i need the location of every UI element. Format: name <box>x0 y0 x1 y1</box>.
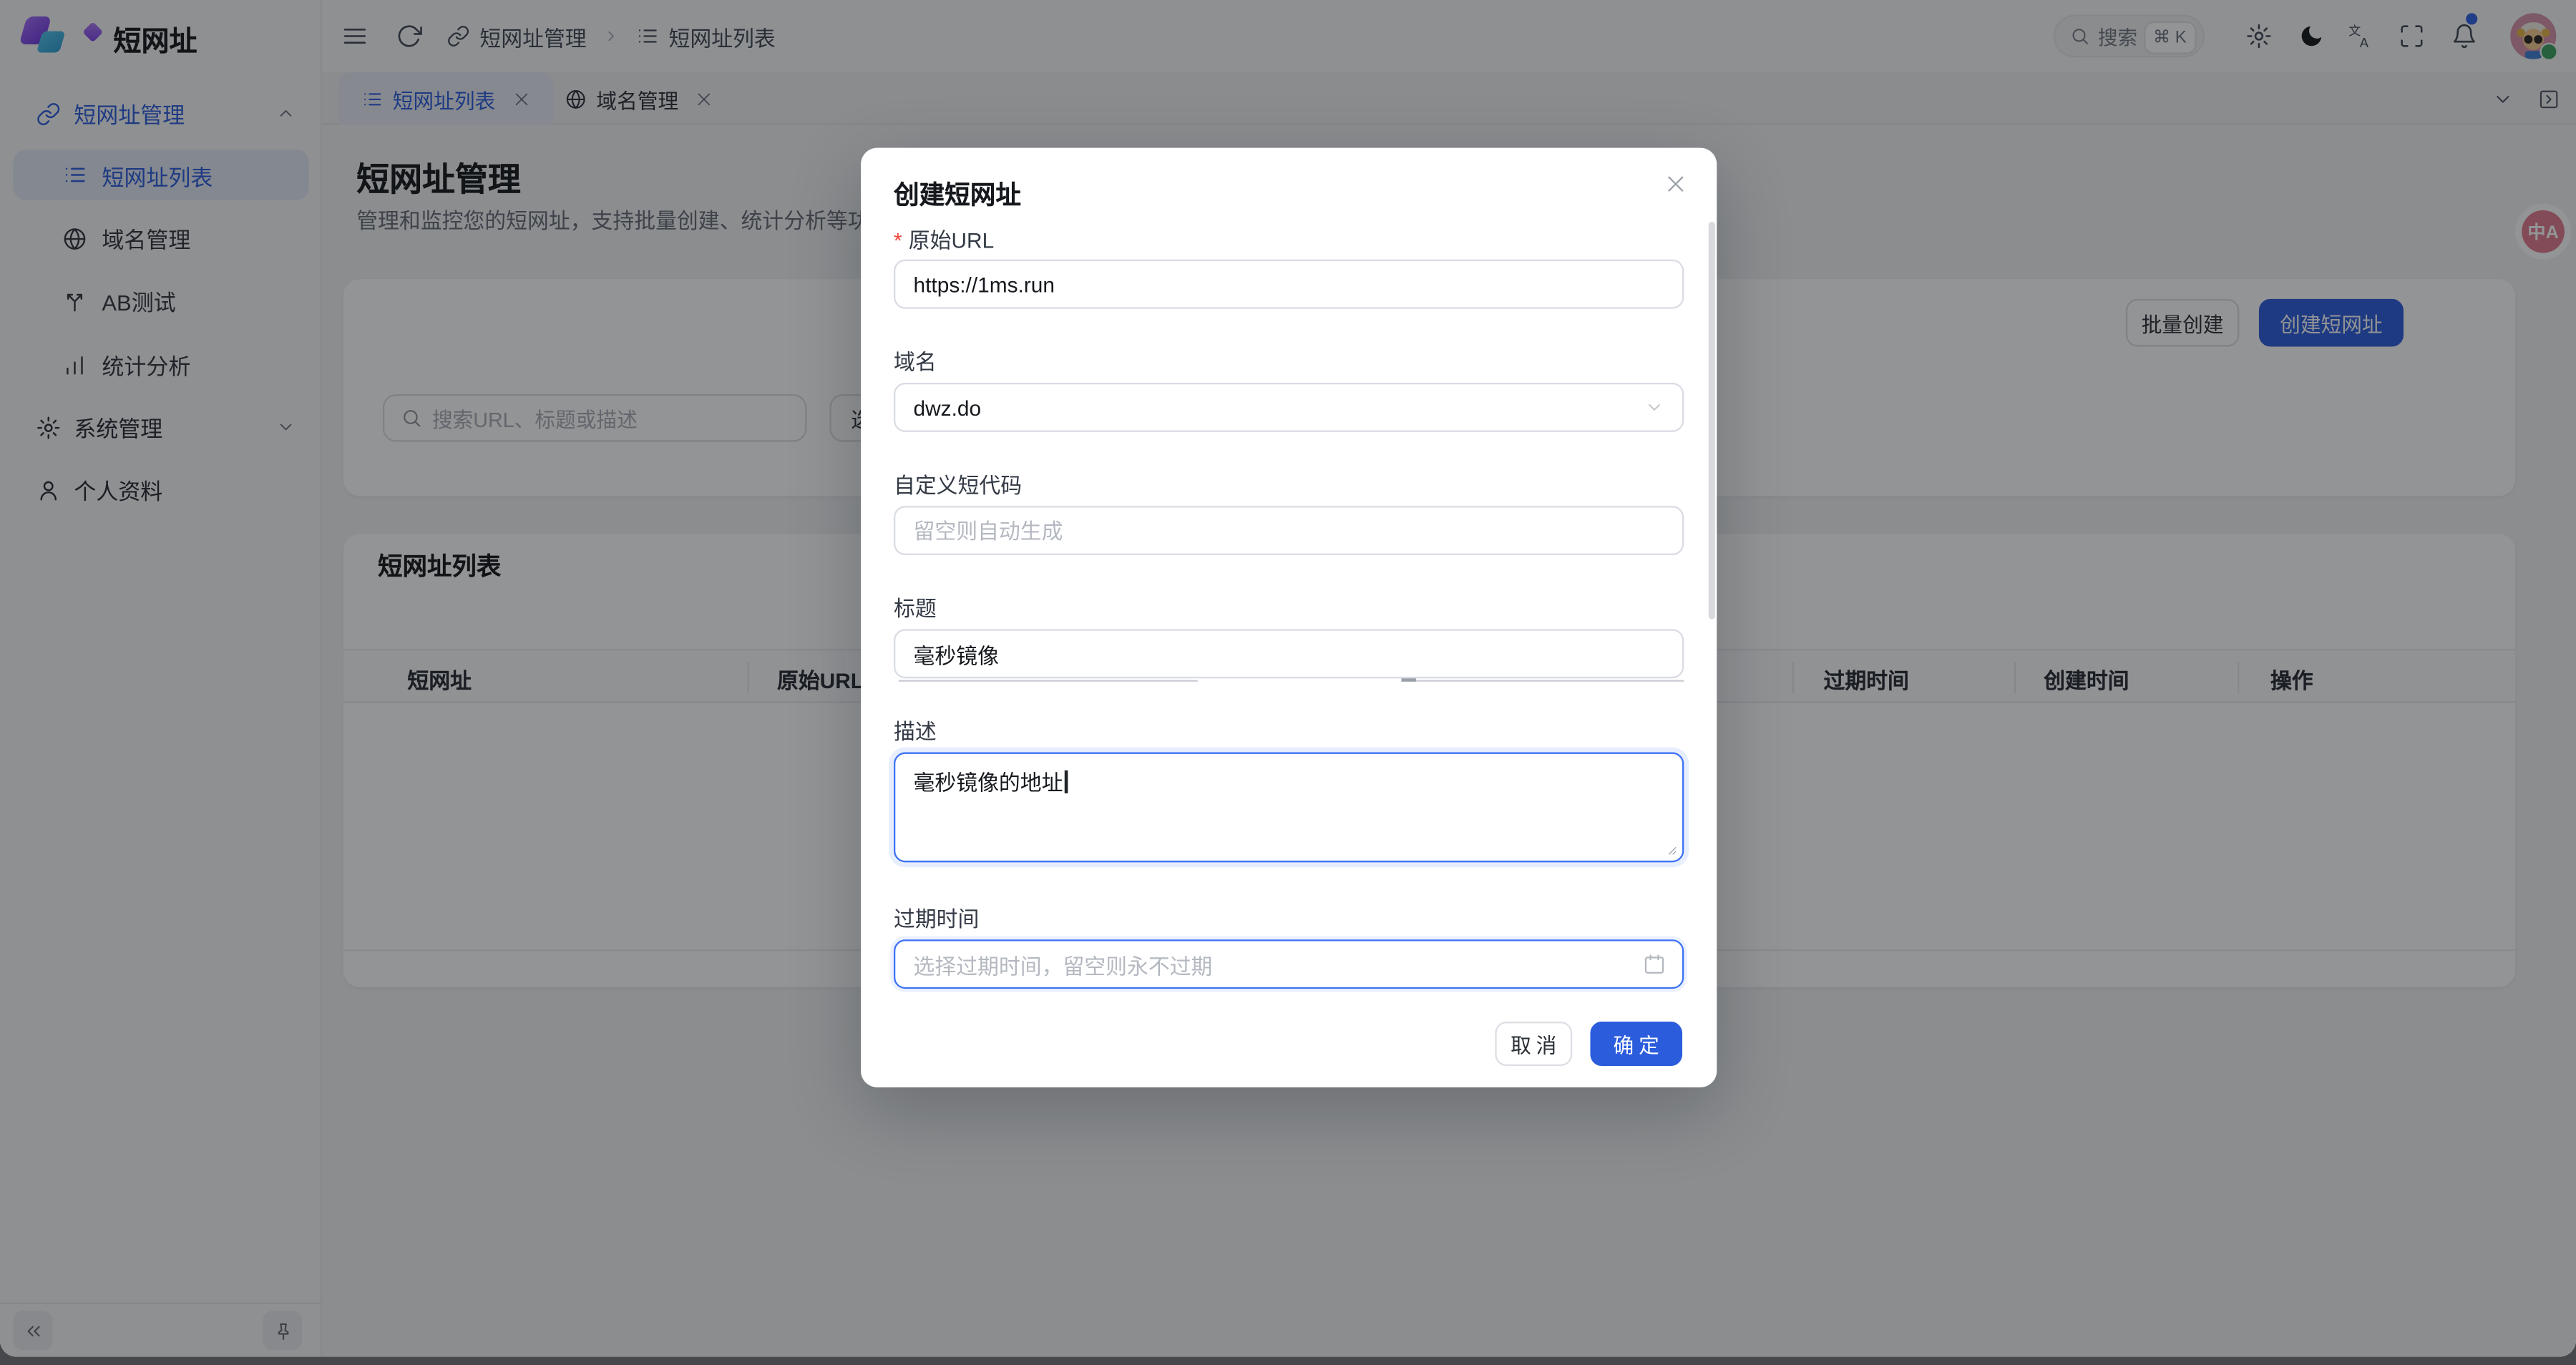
field-label-domain: 域名 <box>894 345 937 376</box>
modal-title: 创建短网址 <box>894 176 1021 212</box>
expire-placeholder: 选择过期时间，留空则永不过期 <box>914 949 1213 980</box>
domain-select[interactable]: dwz.do <box>894 383 1684 432</box>
field-label-code: 自定义短代码 <box>894 468 1022 499</box>
create-short-url-modal: 创建短网址 *原始URL 域名 dwz.do 自定义短代码 标题 描述 毫秒镜像… <box>861 148 1717 1087</box>
underline-artifact <box>1401 678 1416 682</box>
field-label-expire: 过期时间 <box>894 901 979 933</box>
custom-code-input[interactable] <box>894 506 1684 555</box>
field-label-url: *原始URL <box>894 223 994 255</box>
modal-scrollbar-thumb[interactable] <box>1709 222 1715 620</box>
underline-artifact <box>1416 680 1684 682</box>
field-label-title: 标题 <box>894 592 937 623</box>
close-icon[interactable] <box>1664 172 1687 195</box>
expire-time-picker[interactable]: 选择过期时间，留空则永不过期 <box>894 939 1684 989</box>
confirm-button[interactable]: 确定 <box>1590 1022 1682 1066</box>
field-label-desc: 描述 <box>894 715 937 746</box>
text-caret <box>1065 770 1067 793</box>
chevron-down-icon <box>1644 398 1664 418</box>
underline-artifact <box>899 680 1198 682</box>
required-asterisk: * <box>894 228 902 253</box>
origin-url-input[interactable] <box>894 260 1684 309</box>
screen: 短网址管理 短网址列表 搜索 ⌘ K 文A <box>0 0 2576 1365</box>
description-text: 毫秒镜像的地址 <box>914 770 1063 795</box>
resize-handle-icon[interactable] <box>1664 843 1677 856</box>
domain-select-value: dwz.do <box>914 395 982 419</box>
description-textarea[interactable]: 毫秒镜像的地址 <box>894 753 1684 863</box>
app-window: 短网址管理 短网址列表 搜索 ⌘ K 文A <box>0 0 2576 1356</box>
title-input[interactable] <box>894 629 1684 678</box>
cancel-button[interactable]: 取消 <box>1495 1022 1572 1066</box>
calendar-icon <box>1643 953 1666 976</box>
